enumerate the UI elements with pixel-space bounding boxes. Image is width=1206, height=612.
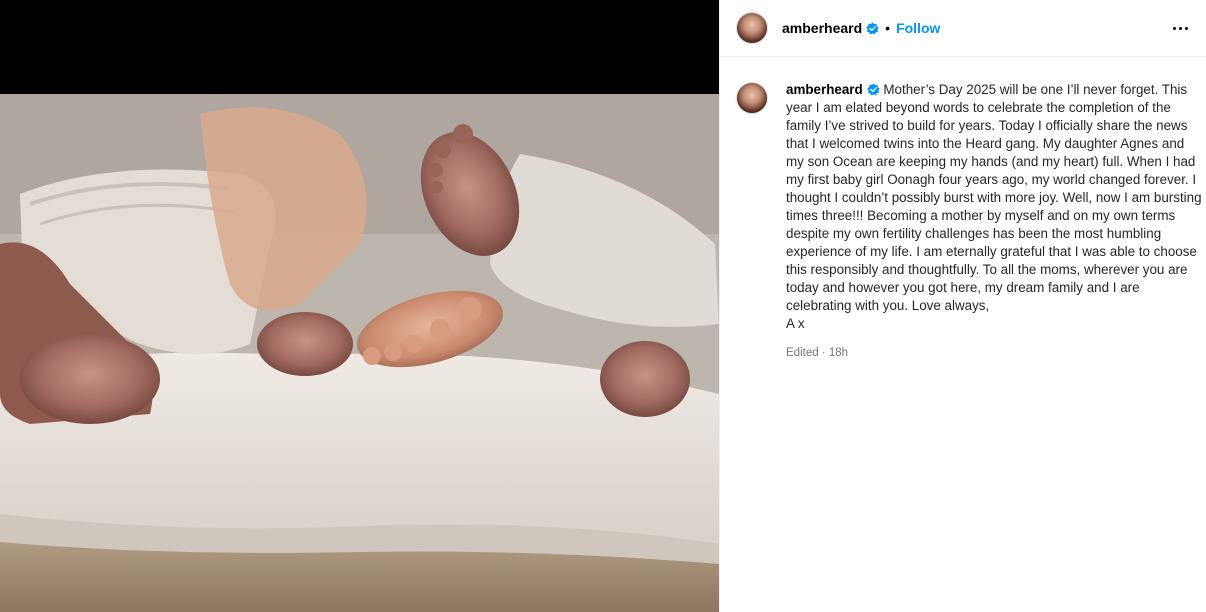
more-options-icon[interactable]	[1169, 23, 1192, 34]
author-username[interactable]: amberheard	[782, 20, 862, 36]
post-header: amberheard • Follow	[720, 0, 1206, 57]
instagram-post-modal: amberheard • Follow amberheard Mother’s …	[0, 0, 1206, 612]
baby-feet-photo	[0, 94, 719, 612]
caption-avatar[interactable]	[736, 82, 768, 114]
post-photo[interactable]	[0, 94, 719, 612]
post-meta-timestamp[interactable]: Edited · 18h	[786, 344, 1202, 362]
post-sidebar: amberheard • Follow amberheard Mother’s …	[719, 0, 1206, 612]
media-letterbox	[0, 0, 719, 94]
verified-badge-icon	[866, 21, 879, 35]
caption-body: amberheard Mother’s Day 2025 will be one…	[786, 81, 1202, 362]
header-separator: •	[885, 20, 891, 36]
author-avatar[interactable]	[736, 12, 768, 44]
caption-username[interactable]: amberheard	[786, 82, 863, 97]
caption: amberheard Mother’s Day 2025 will be one…	[720, 57, 1206, 362]
caption-text: Mother’s Day 2025 will be one I’ll never…	[786, 82, 1202, 331]
follow-button[interactable]: Follow	[896, 20, 940, 36]
post-media[interactable]	[0, 0, 719, 612]
caption-verified-badge-icon	[866, 83, 880, 96]
